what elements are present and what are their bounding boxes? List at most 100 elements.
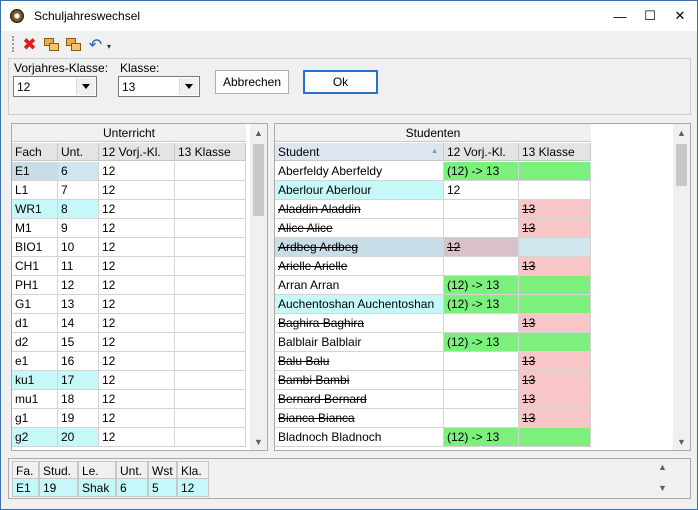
class-select[interactable]: 13 [118, 76, 200, 97]
cell-klasse [519, 333, 591, 352]
cell-vorj-kl: 12 [99, 371, 175, 390]
details-scrollbar[interactable]: ▲ ▼ [654, 460, 671, 497]
delete-icon[interactable]: ✖ [21, 36, 38, 53]
table-row[interactable]: Baghira Baghira 13 [275, 314, 591, 333]
col-klasse[interactable]: 13 Klasse [175, 143, 246, 161]
table-row[interactable]: e1 16 12 [12, 352, 246, 371]
table-row[interactable]: M1 9 12 [12, 219, 246, 238]
cell-vorj-kl: 12 [99, 162, 175, 181]
table-row[interactable]: Balblair Balblair (12) -> 13 [275, 333, 591, 352]
table-row[interactable]: Arielle Arielle 13 [275, 257, 591, 276]
app-clock-icon [10, 9, 24, 23]
cell-klasse [519, 181, 591, 200]
detail-value: E1 [12, 479, 39, 497]
table-row[interactable]: Aladdin Aladdin 13 [275, 200, 591, 219]
detail-col-header: Kla. [177, 461, 209, 479]
detail-col-header: Le. [78, 461, 116, 479]
table-row[interactable]: Bambi Bambi 13 [275, 371, 591, 390]
copy-icon[interactable] [43, 36, 60, 53]
table-row[interactable]: Bladnoch Bladnoch (12) -> 13 [275, 428, 591, 447]
table-row[interactable]: g1 19 12 [12, 409, 246, 428]
table-row[interactable]: mu1 18 12 [12, 390, 246, 409]
table-row[interactable]: CH1 11 12 [12, 257, 246, 276]
cell-fach: G1 [12, 295, 58, 314]
table-row[interactable]: Alice Alice 13 [275, 219, 591, 238]
class-chevron-down-icon[interactable] [179, 78, 198, 95]
scroll-up-icon[interactable]: ▲ [673, 124, 690, 141]
minimize-button[interactable]: — [605, 1, 635, 31]
table-row[interactable]: Bianca Bianca 13 [275, 409, 591, 428]
col-student[interactable]: Student ▲ [275, 143, 444, 161]
table-row[interactable]: g2 20 12 [12, 428, 246, 447]
close-button[interactable]: ✕ [665, 1, 695, 31]
cell-unt: 15 [58, 333, 99, 352]
scroll-down-icon[interactable]: ▼ [654, 481, 671, 495]
table-row[interactable]: d2 15 12 [12, 333, 246, 352]
cell-vorj-kl: 12 [99, 352, 175, 371]
col-vorj-kl[interactable]: 12 Vorj.-Kl. [444, 143, 519, 161]
sort-asc-icon: ▲ [431, 148, 438, 155]
cell-unt: 13 [58, 295, 99, 314]
maximize-button[interactable]: ☐ [635, 1, 665, 31]
cell-klasse [175, 276, 246, 295]
table-row[interactable]: PH1 12 12 [12, 276, 246, 295]
undo-icon[interactable]: ↶ [87, 36, 104, 54]
col-vorj-kl[interactable]: 12 Vorj.-Kl. [99, 143, 175, 161]
col-klasse[interactable]: 13 Klasse [519, 143, 591, 161]
ok-button[interactable]: Ok [303, 70, 378, 94]
cell-vorj-kl: 12 [99, 200, 175, 219]
class-label: Klasse: [120, 61, 160, 75]
scroll-down-icon[interactable]: ▼ [673, 433, 690, 450]
table-row[interactable]: Aberlour Aberlour 12 [275, 181, 591, 200]
table-row[interactable]: L1 7 12 [12, 181, 246, 200]
scroll-up-icon[interactable]: ▲ [654, 460, 671, 474]
cell-student: Aladdin Aladdin [275, 200, 444, 219]
table-row[interactable]: Ardbeg Ardbeg 12 [275, 238, 591, 257]
cell-klasse: 13 [519, 409, 591, 428]
cell-student: Aberlour Aberlour [275, 181, 444, 200]
col-unt[interactable]: Unt. [58, 143, 99, 161]
cell-vorj-kl: 12 [444, 238, 519, 257]
table-row[interactable]: G1 13 12 [12, 295, 246, 314]
scroll-thumb[interactable] [253, 144, 264, 216]
table-row[interactable]: Aberfeldy Aberfeldy (12) -> 13 [275, 162, 591, 181]
cell-fach: CH1 [12, 257, 58, 276]
table-row[interactable]: WR1 8 12 [12, 200, 246, 219]
table-row[interactable]: Arran Arran (12) -> 13 [275, 276, 591, 295]
undo-dropdown-icon[interactable]: ▾ [107, 42, 111, 51]
table-row[interactable]: E1 6 12 [12, 162, 246, 181]
table-row[interactable]: Auchentoshan Auchentoshan (12) -> 13 [275, 295, 591, 314]
scroll-up-icon[interactable]: ▲ [250, 124, 267, 141]
table-row[interactable]: Bernard Bernard 13 [275, 390, 591, 409]
copy-all-icon[interactable] [65, 36, 82, 53]
cell-fach: WR1 [12, 200, 58, 219]
cell-unt: 7 [58, 181, 99, 200]
col-fach[interactable]: Fach [12, 143, 58, 161]
detail-value: 12 [177, 479, 209, 497]
prev-class-chevron-down-icon[interactable] [76, 78, 95, 95]
cell-unt: 10 [58, 238, 99, 257]
studenten-scrollbar[interactable]: ▲ ▼ [673, 124, 690, 450]
cancel-button[interactable]: Abbrechen [215, 70, 289, 94]
class-value: 13 [122, 80, 136, 94]
unterricht-scrollbar[interactable]: ▲ ▼ [250, 124, 267, 450]
cell-vorj-kl [444, 409, 519, 428]
prev-class-select[interactable]: 12 [13, 76, 97, 97]
cell-fach: E1 [12, 162, 58, 181]
cell-student: Auchentoshan Auchentoshan [275, 295, 444, 314]
scroll-down-icon[interactable]: ▼ [250, 433, 267, 450]
table-row[interactable]: ku1 17 12 [12, 371, 246, 390]
scroll-thumb[interactable] [676, 144, 687, 186]
cell-klasse [519, 162, 591, 181]
table-row[interactable]: d1 14 12 [12, 314, 246, 333]
table-row[interactable]: BIO1 10 12 [12, 238, 246, 257]
cell-vorj-kl [444, 390, 519, 409]
toolbar-grip[interactable] [12, 36, 15, 52]
cell-vorj-kl: 12 [99, 390, 175, 409]
table-row[interactable]: Balu Balu 13 [275, 352, 591, 371]
cell-klasse: 13 [519, 352, 591, 371]
prev-class-label: Vorjahres-Klasse: [14, 61, 109, 75]
cell-vorj-kl: (12) -> 13 [444, 295, 519, 314]
cell-vorj-kl: 12 [99, 181, 175, 200]
cell-klasse [175, 219, 246, 238]
